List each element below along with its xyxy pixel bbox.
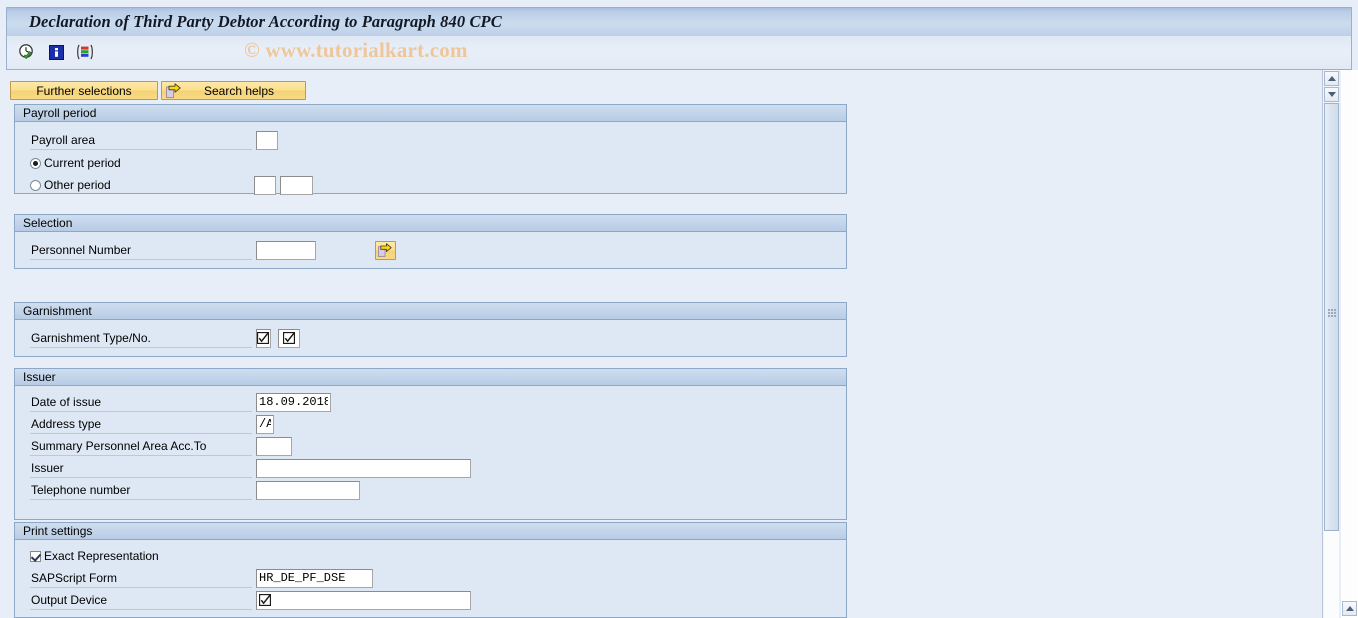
group-issuer: Issuer Date of issue Address type Summar… [14, 368, 847, 520]
group-selection: Selection Personnel Number [14, 214, 847, 269]
current-period-radio[interactable] [30, 157, 41, 169]
date-of-issue-input[interactable] [256, 392, 331, 412]
application-toolbar [6, 36, 1352, 70]
output-device-label: Output Device [30, 591, 252, 610]
garnishment-no-input-wrap[interactable] [278, 328, 300, 348]
group-payroll-period-title: Payroll period [23, 106, 97, 120]
row-date-of-issue: Date of issue [30, 392, 331, 412]
garnishment-type-input-wrap[interactable] [256, 328, 271, 348]
group-issuer-body: Date of issue Address type Summary Perso… [15, 386, 846, 519]
watermark-text: © www.tutorialkart.com [244, 38, 468, 62]
row-output-device: Output Device [30, 590, 471, 610]
issuer-input[interactable] [256, 458, 471, 478]
personnel-number-label: Personnel Number [30, 241, 252, 260]
group-payroll-period: Payroll period Payroll area Current peri… [14, 104, 847, 195]
telephone-number-label: Telephone number [30, 481, 252, 500]
further-selections-button[interactable]: Further selections [10, 81, 158, 100]
sapscript-form-input[interactable] [256, 568, 373, 588]
garnishment-type-no-label: Garnishment Type/No. [30, 329, 252, 348]
search-help-checkbox-icon-2[interactable] [282, 330, 296, 345]
outer-vertical-scrollbar[interactable] [1341, 70, 1358, 618]
row-sapscript-form: SAPScript Form [30, 568, 373, 588]
group-selection-title: Selection [23, 216, 73, 230]
window-title-bar: Declaration of Third Party Debtor Accord… [6, 7, 1352, 36]
further-selections-label: Further selections [36, 83, 132, 98]
group-print-settings: Print settings Exact Representation SAPS… [14, 522, 847, 618]
scroll-down-button-inner[interactable] [1324, 87, 1339, 102]
scroll-up-arrow-icon [1327, 76, 1336, 81]
row-payroll-area: Payroll area [30, 130, 278, 150]
other-period-input-2[interactable] [280, 175, 313, 195]
group-issuer-title: Issuer [23, 370, 56, 384]
other-period-label: Other period [44, 178, 111, 192]
search-help-checkbox-icon-3[interactable] [258, 592, 272, 607]
scroll-track-outer[interactable] [1342, 70, 1357, 600]
group-selection-header: Selection [15, 215, 846, 232]
payroll-area-label: Payroll area [30, 131, 252, 150]
summary-personnel-area-label: Summary Personnel Area Acc.To [30, 437, 252, 456]
search-help-checkbox-icon[interactable] [256, 330, 270, 345]
row-summary-personnel-area: Summary Personnel Area Acc.To [30, 436, 292, 456]
multiple-selection-arrow-icon [378, 242, 393, 258]
row-garnishment-type-no: Garnishment Type/No. [30, 328, 300, 348]
exact-representation-checkbox[interactable] [30, 550, 41, 562]
payroll-area-input[interactable] [256, 130, 278, 150]
group-garnishment-title: Garnishment [23, 304, 92, 318]
output-device-input-wrap[interactable] [256, 590, 471, 610]
row-personnel-number: Personnel Number [30, 240, 396, 260]
scroll-down-arrow-icon [1327, 92, 1336, 97]
scroll-thumb-grip [1328, 309, 1337, 318]
execute-clock-icon[interactable] [17, 42, 37, 62]
group-garnishment-header: Garnishment [15, 303, 846, 320]
address-type-label: Address type [30, 415, 252, 434]
exact-representation-label: Exact Representation [44, 549, 159, 563]
group-garnishment: Garnishment Garnishment Type/No. [14, 302, 847, 357]
row-current-period[interactable]: Current period [30, 153, 121, 173]
group-print-settings-title: Print settings [23, 524, 93, 538]
output-device-input[interactable] [256, 590, 471, 610]
summary-personnel-area-input[interactable] [256, 436, 292, 456]
inner-vertical-scrollbar[interactable] [1322, 70, 1339, 618]
row-telephone-number: Telephone number [30, 480, 360, 500]
group-print-settings-header: Print settings [15, 523, 846, 540]
multiple-selection-button[interactable] [375, 240, 396, 260]
scroll-thumb-inner[interactable] [1324, 103, 1339, 531]
group-issuer-header: Issuer [15, 369, 846, 386]
personnel-number-input[interactable] [256, 240, 316, 260]
selection-button-row: Further selections Search helps [10, 81, 306, 100]
row-other-period[interactable]: Other period [30, 175, 313, 195]
selection-screen-canvas: Further selections Search helps Payroll … [6, 70, 1322, 618]
search-helps-button[interactable]: Search helps [161, 81, 306, 100]
group-payroll-period-body: Payroll area Current period Other period [15, 122, 846, 195]
issuer-label: Issuer [30, 459, 252, 478]
page-title: Declaration of Third Party Debtor Accord… [29, 12, 502, 31]
sapscript-form-label: SAPScript Form [30, 569, 252, 588]
group-payroll-period-header: Payroll period [15, 105, 846, 122]
toolbar-icon-group [17, 42, 95, 62]
other-period-input-1[interactable] [254, 175, 276, 195]
row-address-type: Address type [30, 414, 274, 434]
other-period-radio[interactable] [30, 179, 41, 191]
address-type-input[interactable] [256, 414, 274, 434]
scroll-up-arrow-icon-outer [1345, 606, 1354, 611]
date-of-issue-label: Date of issue [30, 393, 252, 412]
search-helps-label: Search helps [203, 83, 275, 98]
row-issuer: Issuer [30, 458, 471, 478]
current-period-label: Current period [44, 156, 121, 170]
telephone-number-input[interactable] [256, 480, 360, 500]
variant-list-icon[interactable] [75, 42, 95, 62]
scroll-up-button-inner[interactable] [1324, 71, 1339, 86]
yellow-arrow-icon [166, 83, 181, 98]
group-garnishment-body: Garnishment Type/No. [15, 320, 846, 356]
information-icon[interactable] [46, 42, 66, 62]
group-selection-body: Personnel Number [15, 232, 846, 268]
scroll-up-button-outer[interactable] [1342, 601, 1357, 616]
row-exact-representation[interactable]: Exact Representation [30, 546, 159, 566]
sap-selection-screen: Declaration of Third Party Debtor Accord… [0, 0, 1358, 618]
group-print-settings-body: Exact Representation SAPScript Form Outp… [15, 540, 846, 617]
